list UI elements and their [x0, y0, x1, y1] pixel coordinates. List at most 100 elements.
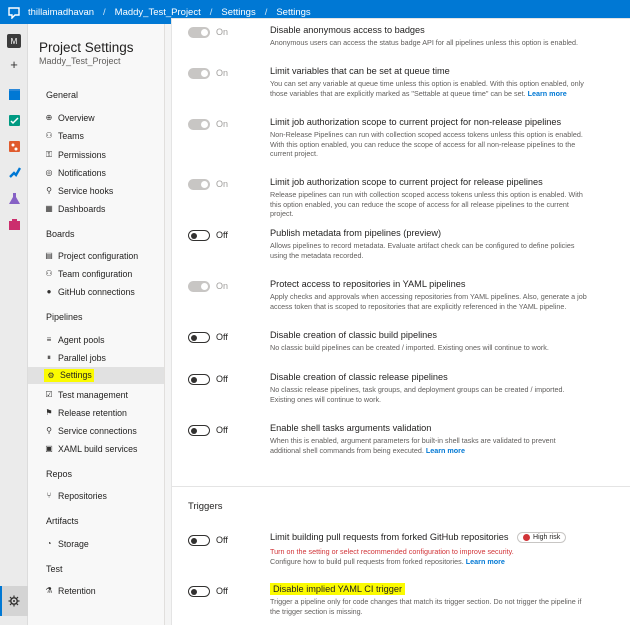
nav-item-agent-pools[interactable]: ≡ Agent pools	[44, 331, 164, 348]
toggle-state-label: Off	[216, 586, 228, 596]
rail-selection-indicator	[0, 586, 2, 616]
nav-item-settings[interactable]: ⚙ Settings	[28, 367, 164, 384]
xaml-build-services-icon: ▣	[45, 444, 53, 453]
toggle-switch[interactable]	[188, 425, 210, 436]
breadcrumb-org[interactable]: thillaimadhavan	[28, 7, 94, 18]
toggle-switch[interactable]	[188, 230, 210, 241]
nav-item-test-management[interactable]: ☑ Test management	[44, 386, 164, 403]
nav-item-dashboards[interactable]: ▦ Dashboards	[44, 200, 164, 217]
setting-description: Trigger a pipeline only for code changes…	[270, 597, 582, 616]
overview-icon[interactable]	[4, 85, 24, 103]
settings-nav: Project Settings Maddy_Test_Project Gene…	[28, 24, 165, 625]
nav-item-github-connections[interactable]: ● GitHub connections	[44, 283, 164, 300]
nav-item-repositories[interactable]: ⑂ Repositories	[44, 487, 164, 504]
breadcrumb-current[interactable]: Settings	[276, 7, 310, 18]
service-connections-icon: ⚲	[46, 426, 52, 435]
setting-description: Apply checks and approvals when accessin…	[270, 292, 587, 311]
test-plans-icon[interactable]	[4, 189, 24, 207]
setting-title: Limit job authorization scope to current…	[270, 117, 562, 127]
nav-group-general: General	[46, 90, 79, 100]
left-rail: M +	[0, 24, 28, 625]
setting-description: Release pipelines can run with collectio…	[270, 190, 583, 219]
toggle-switch[interactable]	[188, 281, 210, 292]
nav-item-label: Dashboards	[58, 203, 106, 214]
toggle-switch[interactable]	[188, 119, 210, 130]
nav-item-label: Service hooks	[58, 185, 114, 196]
nav-item-team-configuration[interactable]: ⚇ Team configuration	[44, 265, 164, 282]
azure-devops-logo-icon[interactable]	[0, 0, 28, 24]
nav-item-label: Teams	[58, 130, 84, 141]
learn-more-link[interactable]: Learn more	[528, 89, 567, 98]
setting-description: No classic build pipelines can be create…	[270, 343, 549, 352]
gear-icon[interactable]	[4, 592, 24, 610]
nav-item-parallel-jobs[interactable]: ⏸ Parallel jobs	[44, 349, 164, 366]
lock-icon: ⚿	[45, 149, 53, 159]
setting-title: Disable implied YAML CI trigger	[270, 583, 406, 595]
nav-item-label: Test management	[58, 389, 128, 400]
nav-item-project-configuration[interactable]: ▤ Project configuration	[44, 247, 164, 264]
nav-item-release-retention[interactable]: ⚑ Release retention	[44, 404, 164, 421]
nav-group-test: Test	[46, 564, 63, 574]
setting-title-text: Limit building pull requests from forked…	[270, 532, 509, 542]
setting-title: Disable creation of classic build pipeli…	[270, 330, 437, 340]
learn-more-link[interactable]: Learn more	[466, 557, 505, 566]
nav-group-pipelines: Pipelines	[46, 312, 83, 322]
nav-item-label: Overview	[58, 112, 95, 123]
toggle-switch[interactable]	[188, 374, 210, 385]
setting-description: Non-Release Pipelines can run with colle…	[270, 130, 583, 159]
setting-description-line: Configure how to build pull requests fro…	[270, 557, 588, 567]
breadcrumb-project[interactable]: Maddy_Test_Project	[115, 7, 201, 18]
nav-item-label: Repositories	[58, 490, 107, 501]
nav-item-permissions[interactable]: ⚿ Permissions	[44, 146, 164, 163]
repos-icon[interactable]	[4, 137, 24, 155]
breadcrumb: thillaimadhavan / Maddy_Test_Project / S…	[28, 7, 311, 18]
artifacts-icon[interactable]	[4, 215, 24, 233]
setting-description-text: Configure how to build pull requests fro…	[270, 556, 464, 566]
nav-subtitle: Maddy_Test_Project	[39, 56, 121, 66]
team-configuration-icon: ⚇	[45, 269, 53, 278]
toggle-state-label: Off	[216, 374, 228, 384]
project-avatar[interactable]: M	[4, 32, 24, 50]
toggle-switch[interactable]	[188, 68, 210, 79]
toggle-state-label: Off	[216, 230, 228, 240]
nav-item-retention[interactable]: ⚗ Retention	[44, 582, 164, 599]
setting-description: Anonymous users can access the status ba…	[270, 38, 579, 47]
setting-description: Allows pipelines to record metadata. Eva…	[270, 241, 575, 260]
toggle-switch[interactable]	[188, 27, 210, 38]
nav-item-label: Settings	[60, 370, 92, 381]
nav-item-label: Agent pools	[58, 334, 105, 345]
nav-item-label: Storage	[58, 538, 89, 549]
nav-title: Project Settings	[39, 40, 134, 55]
setting-description: When this is enabled, argument parameter…	[270, 436, 588, 455]
add-icon[interactable]: +	[4, 55, 24, 73]
setting-title: Protect access to repositories in YAML p…	[270, 279, 466, 289]
risk-badge: High risk	[517, 532, 567, 544]
nav-group-artifacts: Artifacts	[46, 516, 79, 526]
nav-item-xaml-build-services[interactable]: ▣ XAML build services	[44, 440, 164, 457]
nav-item-overview[interactable]: ⊕ Overview	[44, 109, 164, 126]
pipelines-icon[interactable]	[4, 163, 24, 181]
nav-item-notifications[interactable]: ◎ Notifications	[44, 164, 164, 181]
learn-more-link[interactable]: Learn more	[426, 446, 465, 455]
breadcrumb-settings[interactable]: Settings	[221, 7, 255, 18]
nav-item-service-connections[interactable]: ⚲ Service connections	[44, 422, 164, 439]
toggle-switch[interactable]	[188, 332, 210, 343]
triggers-heading: Triggers	[188, 501, 223, 512]
toggle-state-label: On	[216, 179, 229, 189]
main-content: On Disable anonymous access to badges An…	[165, 18, 630, 625]
boards-icon[interactable]	[4, 111, 24, 129]
general-settings-card: On Disable anonymous access to badges An…	[171, 18, 630, 500]
toggle-switch[interactable]	[188, 535, 210, 546]
toggle-switch[interactable]	[188, 586, 210, 597]
toggle-switch[interactable]	[188, 179, 210, 190]
breadcrumb-separator: /	[209, 6, 213, 18]
nav-item-storage[interactable]: ◔ Storage	[44, 535, 164, 552]
toggle-state-label: Off	[216, 535, 228, 545]
nav-item-teams[interactable]: ⚇ Teams	[44, 127, 164, 144]
setting-title: Enable shell tasks arguments validation	[270, 423, 432, 433]
nav-item-service-hooks[interactable]: ⚲ Service hooks	[44, 182, 164, 199]
agent-pools-icon: ≡	[46, 335, 52, 344]
retention-icon: ⚗	[45, 586, 53, 595]
setting-title: Limit job authorization scope to current…	[270, 177, 543, 187]
nav-item-label: Project configuration	[58, 250, 139, 261]
